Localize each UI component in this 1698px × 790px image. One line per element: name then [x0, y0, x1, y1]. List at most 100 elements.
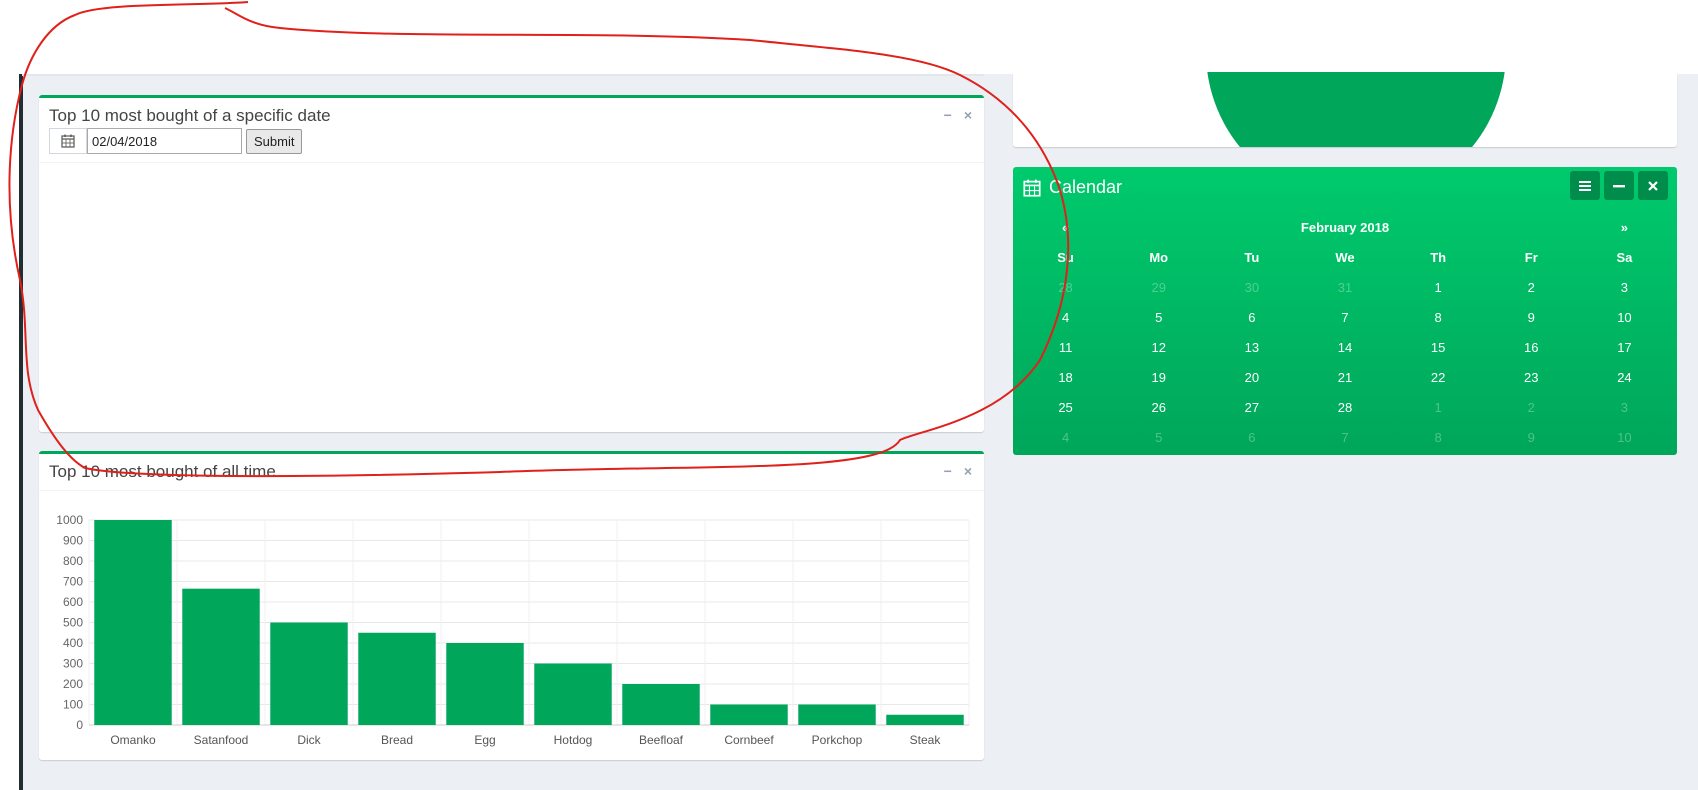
calendar-weekday-row: Su Mo Tu We Th Fr Sa [1019, 242, 1671, 272]
calendar-day[interactable]: 8 [1392, 422, 1485, 452]
calendar-week: 11 12 13 14 15 16 17 [1019, 332, 1671, 362]
chart-y-axis: 0 100 200 300 400 500 600 700 800 900 1000 [56, 513, 83, 732]
calendar-day[interactable]: 9 [1485, 302, 1578, 332]
calendar-day[interactable]: 17 [1578, 332, 1671, 362]
y-tick-label: 600 [63, 595, 83, 609]
weekday-su: Su [1057, 249, 1074, 265]
x-tick-label: Hotdog [554, 733, 593, 747]
calendar-day[interactable]: 10 [1578, 422, 1671, 452]
bar-omanko[interactable] [94, 520, 172, 725]
bar-dick[interactable] [270, 622, 348, 726]
calendar-day[interactable]: 5 [1112, 302, 1205, 332]
calendar-day[interactable]: 9 [1485, 422, 1578, 452]
calendar-day[interactable]: 18 [1019, 362, 1112, 392]
calendar-month-label[interactable]: February 2018 [1112, 212, 1578, 242]
close-icon[interactable]: × [964, 462, 972, 480]
sidebar-edge [19, 74, 23, 790]
calendar-day[interactable]: 8 [1392, 302, 1485, 332]
calendar-close-button[interactable] [1638, 171, 1668, 200]
calendar-day[interactable]: 22 [1392, 362, 1485, 392]
bars-icon [1579, 180, 1591, 191]
bar-chart: 0 100 200 300 400 500 600 700 800 900 1000 Omanko S… [56, 513, 970, 747]
minimize-icon[interactable]: − [944, 106, 952, 124]
minimize-icon[interactable]: − [944, 462, 952, 480]
calendar-day[interactable]: 11 [1019, 332, 1112, 362]
calendar-prev-button[interactable]: « [1019, 212, 1112, 242]
calendar-day[interactable]: 31 [1298, 272, 1391, 302]
x-tick-label: Beefloaf [639, 733, 684, 747]
weekday-tu: Tu [1244, 249, 1260, 265]
submit-button[interactable]: Submit [246, 128, 303, 154]
calendar-day[interactable]: 4 [1019, 302, 1112, 332]
weekday-fr: Fr [1524, 249, 1538, 265]
calendar-day[interactable]: 7 [1298, 422, 1391, 452]
chart-x-axis: Omanko Satanfood Dick Bread Egg Hotdog Beefloa… [110, 733, 941, 747]
donut-chart-box [1013, 72, 1677, 147]
all-time-box-tools: − × [944, 462, 972, 480]
calendar-day[interactable]: 12 [1112, 332, 1205, 362]
calendar-day[interactable]: 27 [1205, 392, 1298, 422]
calendar-week: 25 26 27 28 1 2 3 [1019, 392, 1671, 422]
close-icon [1648, 180, 1658, 191]
specific-date-box: Top 10 most bought of a specific date − … [39, 95, 984, 432]
x-tick-label: Egg [474, 733, 495, 747]
calendar-day[interactable]: 16 [1485, 332, 1578, 362]
calendar-next-button[interactable]: » [1578, 212, 1671, 242]
y-tick-label: 1000 [56, 513, 83, 527]
calendar-day[interactable]: 1 [1392, 272, 1485, 302]
calendar-day[interactable]: 4 [1019, 422, 1112, 452]
calendar-day[interactable]: 23 [1485, 362, 1578, 392]
bar-steak[interactable] [886, 714, 964, 725]
y-tick-label: 800 [63, 554, 83, 568]
calendar-day[interactable]: 21 [1298, 362, 1391, 392]
x-tick-label: Omanko [110, 733, 156, 747]
bar-porkchop[interactable] [798, 704, 876, 726]
calendar-header: Calendar [1013, 167, 1677, 207]
bar-satanfood[interactable] [182, 588, 260, 725]
calendar-icon [61, 134, 75, 148]
calendar-day[interactable]: 6 [1205, 302, 1298, 332]
calendar-day[interactable]: 3 [1578, 272, 1671, 302]
calendar-day[interactable]: 15 [1392, 332, 1485, 362]
specific-date-box-tools: − × [944, 106, 972, 124]
calendar-day[interactable]: 19 [1112, 362, 1205, 392]
calendar-day[interactable]: 25 [1019, 392, 1112, 422]
calendar-day[interactable]: 2 [1485, 392, 1578, 422]
y-tick-label: 400 [63, 636, 83, 650]
bar-bread[interactable] [358, 632, 436, 725]
calendar-day[interactable]: 24 [1578, 362, 1671, 392]
calendar-minimize-button[interactable] [1604, 171, 1634, 200]
date-input[interactable] [87, 128, 242, 154]
calendar-day[interactable]: 30 [1205, 272, 1298, 302]
calendar-day[interactable]: 29 [1112, 272, 1205, 302]
x-tick-label: Bread [381, 733, 413, 747]
bar-cornbeef[interactable] [710, 704, 788, 726]
calendar-day[interactable]: 28 [1298, 392, 1391, 422]
calendar-day[interactable]: 28 [1019, 272, 1112, 302]
calendar-day[interactable]: 3 [1578, 392, 1671, 422]
specific-date-box-title: Top 10 most bought of a specific date [49, 106, 331, 125]
bar-egg[interactable] [446, 643, 524, 725]
calendar-box: Calendar « February 2018 » Su Mo Tu We T… [1013, 167, 1677, 455]
calendar-menu-button[interactable] [1570, 171, 1600, 200]
calendar-day[interactable]: 1 [1392, 392, 1485, 422]
calendar-addon[interactable] [49, 128, 87, 154]
x-tick-label: Cornbeef [724, 733, 774, 747]
close-icon[interactable]: × [964, 106, 972, 124]
calendar-day[interactable]: 13 [1205, 332, 1298, 362]
bar-hotdog[interactable] [534, 663, 612, 726]
y-tick-label: 700 [63, 575, 83, 589]
calendar-day[interactable]: 20 [1205, 362, 1298, 392]
calendar-day[interactable]: 7 [1298, 302, 1391, 332]
calendar-icon [1023, 179, 1041, 197]
calendar-day[interactable]: 10 [1578, 302, 1671, 332]
bar-beefloaf[interactable] [622, 684, 700, 725]
calendar-nav-row: « February 2018 » [1019, 212, 1671, 242]
calendar-day[interactable]: 2 [1485, 272, 1578, 302]
calendar-day[interactable]: 6 [1205, 422, 1298, 452]
all-time-box-title: Top 10 most bought of all time [49, 462, 276, 481]
y-tick-label: 900 [63, 534, 83, 548]
calendar-day[interactable]: 26 [1112, 392, 1205, 422]
calendar-day[interactable]: 14 [1298, 332, 1391, 362]
calendar-day[interactable]: 5 [1112, 422, 1205, 452]
